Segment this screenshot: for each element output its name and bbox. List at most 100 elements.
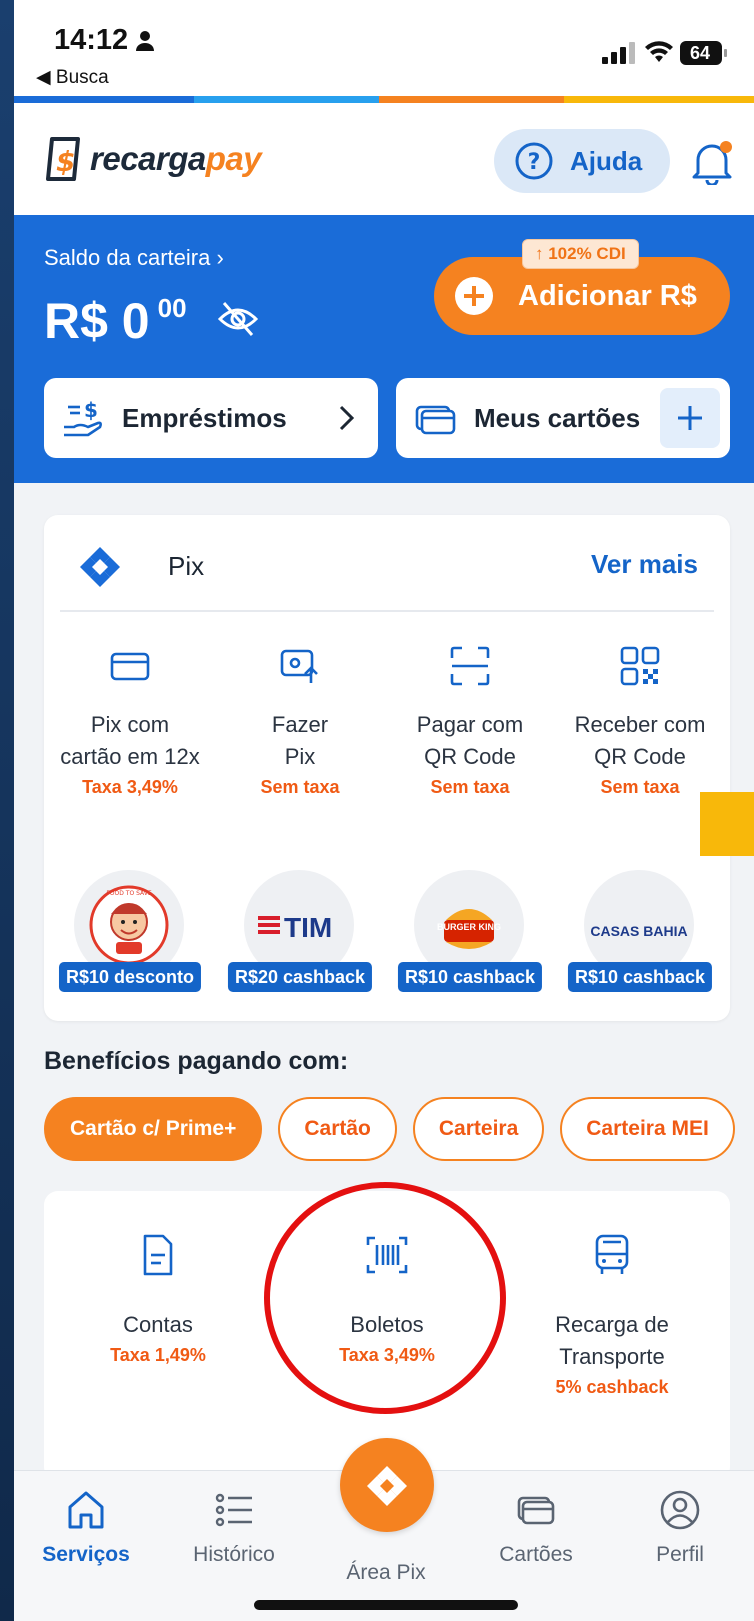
nav-label: Perfil <box>656 1543 704 1566</box>
battery-level: 64 <box>689 43 711 63</box>
loans-button[interactable]: $ Empréstimos <box>44 378 378 458</box>
chip-card[interactable]: Cartão <box>278 1097 397 1161</box>
cdi-yield-badge: ↑ 102% CDI <box>522 239 639 269</box>
loans-label: Empréstimos <box>122 402 287 433</box>
nav-cards[interactable]: Cartões <box>466 1489 606 1567</box>
plus-icon <box>678 406 702 430</box>
pix-icon <box>367 1466 407 1506</box>
color-stripe-blue-dark <box>14 96 194 103</box>
home-indicator <box>254 1600 518 1610</box>
service-label: Recarga de Transporte <box>555 1312 669 1369</box>
wallet-balance-link[interactable]: Saldo da carteira › <box>44 245 224 271</box>
qr-code-icon <box>620 646 660 686</box>
notification-bell-icon[interactable] <box>690 139 734 185</box>
divider <box>60 610 714 612</box>
svg-text:?: ? <box>528 150 541 175</box>
partner-offers: FOOD TO SAVE R$10 desconto TIM R$20 cash… <box>44 870 730 1000</box>
make-pix-action[interactable]: Fazer Pix Sem taxa <box>216 645 384 825</box>
send-pix-icon <box>280 649 318 683</box>
chip-card-prime[interactable]: Cartão c/ Prime+ <box>44 1097 263 1161</box>
service-fee: 5% cashback <box>555 1377 669 1397</box>
wallet-section: Saldo da carteira › R$ 0 00 Adicionar R$… <box>14 215 754 483</box>
partner-offer-badge: R$10 desconto <box>58 962 202 992</box>
chip-wallet-mei[interactable]: Carteira MEI <box>560 1097 735 1161</box>
partner-offer-badge: R$10 cashback <box>397 962 543 992</box>
logo-text-pay: pay <box>205 140 262 177</box>
credit-cards-icon <box>415 405 456 435</box>
add-card-button[interactable] <box>660 388 720 448</box>
cellular-signal-icon <box>602 42 635 64</box>
credit-card-icon <box>110 652 150 681</box>
wifi-icon <box>645 41 673 62</box>
tim-logo-text: TIM <box>284 912 332 943</box>
phone-screen: 14:12 ◀ Busca 64 $ recargapay ? Ajuda Sa… <box>14 0 754 1621</box>
see-more-link[interactable]: Ver mais <box>591 549 698 580</box>
hide-balance-eye-icon[interactable] <box>216 299 260 339</box>
logo-mark-icon: $ <box>46 137 80 181</box>
pix-action-fee: Sem taxa <box>600 777 680 797</box>
help-button[interactable]: ? Ajuda <box>494 129 670 193</box>
add-money-label: Adicionar R$ <box>518 279 697 312</box>
side-feedback-tab[interactable] <box>700 792 754 856</box>
pix-card: Pix Ver mais Pix com cartão em 12x Taxa … <box>44 515 730 1021</box>
partner-offer-badge: R$10 cashback <box>567 962 713 992</box>
bus-icon <box>595 1234 629 1274</box>
annotation-highlight-circle <box>264 1182 506 1414</box>
service-transport-topup[interactable]: Recarga de Transporte 5% cashback <box>502 1233 722 1398</box>
color-stripe-yellow <box>564 96 754 103</box>
color-stripe-orange <box>379 96 564 103</box>
chevron-right-icon <box>339 405 355 431</box>
status-time: 14:12 <box>54 24 129 56</box>
loan-hand-money-icon: $ <box>64 398 102 437</box>
service-label: Contas <box>123 1312 193 1337</box>
partner-casas-bahia[interactable]: CASAS BAHIA R$10 cashback <box>556 870 724 1000</box>
recargapay-logo[interactable]: $ recargapay <box>46 133 262 185</box>
profile-icon <box>660 1490 700 1530</box>
pix-action-fee: Sem taxa <box>260 777 340 797</box>
home-icon <box>68 1491 104 1529</box>
partner-offer-badge: R$20 cashback <box>227 962 373 992</box>
balance-cents: 00 <box>157 293 187 323</box>
partner-food-to-save[interactable]: FOOD TO SAVE R$10 desconto <box>46 870 214 1000</box>
nav-label: Serviços <box>42 1543 130 1566</box>
my-cards-label: Meus cartões <box>474 402 641 433</box>
service-bills[interactable]: Contas Taxa 1,49% <box>48 1233 268 1366</box>
list-icon <box>215 1493 252 1527</box>
pix-action-fee: Taxa 3,49% <box>82 777 178 797</box>
svg-text:$: $ <box>56 145 75 178</box>
receive-qr-action[interactable]: Receber com QR Code Sem taxa <box>556 645 724 825</box>
pix-action-fee: Sem taxa <box>430 777 510 797</box>
chip-wallet[interactable]: Carteira <box>412 1097 545 1161</box>
logo-text-recarga: recarga <box>90 140 206 177</box>
pix-actions: Pix com cartão em 12x Taxa 3,49% Fazer P… <box>44 645 730 825</box>
pix-action-label: Pix com cartão em 12x <box>60 712 200 769</box>
burger-king-logo-text: BURGER KING <box>437 922 501 932</box>
pix-area-fab[interactable] <box>340 1438 434 1532</box>
plus-circle-icon <box>455 277 493 315</box>
pix-logo-icon <box>80 547 120 587</box>
partner-burger-king[interactable]: BURGER KING R$10 cashback <box>386 870 554 1000</box>
benefits-title: Benefícios pagando com: <box>44 1047 349 1075</box>
pay-qr-action[interactable]: Pagar com QR Code Sem taxa <box>386 645 554 825</box>
nav-profile[interactable]: Perfil <box>610 1489 750 1567</box>
nav-label: Área Pix <box>346 1561 426 1584</box>
pix-credit-card-action[interactable]: Pix com cartão em 12x Taxa 3,49% <box>46 645 214 825</box>
partner-tim[interactable]: TIM R$20 cashback <box>216 870 384 1000</box>
nav-label: Cartões <box>499 1543 573 1566</box>
app-header: $ recargapay ? Ajuda <box>14 103 754 215</box>
casas-bahia-logo-text: CASAS BAHIA <box>590 923 687 939</box>
help-label: Ajuda <box>570 145 643 176</box>
person-icon <box>136 31 154 51</box>
wallet-balance-label: Saldo da carteira <box>44 245 211 270</box>
nav-pix-area[interactable]: Área Pix <box>316 1561 456 1585</box>
my-cards-button[interactable]: Meus cartões <box>396 378 730 458</box>
back-to-search-link[interactable]: ◀ Busca <box>36 66 109 89</box>
question-circle-icon: ? <box>515 142 553 180</box>
scan-qr-icon <box>450 646 490 686</box>
payment-method-chips: Cartão c/ Prime+ Cartão Carteira Carteir… <box>44 1097 751 1161</box>
wallet-balance-value: R$ 0 00 <box>44 293 187 349</box>
service-fee: Taxa 1,49% <box>110 1345 206 1365</box>
nav-history[interactable]: Histórico <box>164 1489 304 1567</box>
status-bar: 14:12 ◀ Busca 64 <box>14 0 754 98</box>
nav-services[interactable]: Serviços <box>16 1489 156 1567</box>
